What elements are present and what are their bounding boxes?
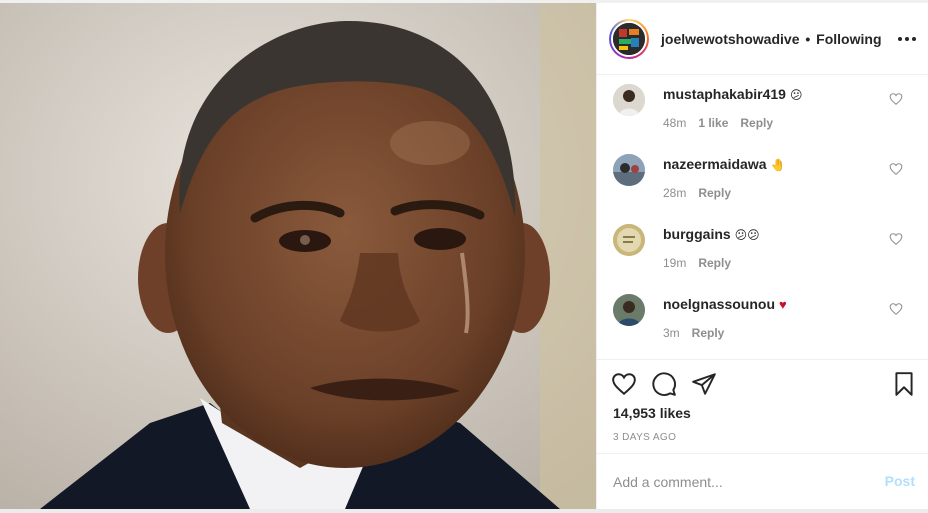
commenter-avatar[interactable] — [613, 154, 645, 186]
post-photo[interactable] — [0, 3, 596, 509]
commenter-avatar-image — [613, 84, 645, 116]
comment-time[interactable]: 3m — [663, 326, 680, 340]
bookmark-icon[interactable] — [891, 371, 917, 397]
comment-item: burggains 😕😕 19m Reply — [597, 216, 928, 286]
comment-time[interactable]: 19m — [663, 256, 686, 270]
paper-plane-icon[interactable] — [691, 371, 717, 397]
comment-item: mustaphakabir419 😕 48m 1 like Reply — [597, 76, 928, 146]
comment-text: noelgnassounou ♥ — [663, 296, 787, 312]
post-comment-button[interactable]: Post — [885, 473, 915, 489]
heart-icon[interactable] — [889, 162, 903, 176]
heart-icon[interactable] — [611, 371, 637, 397]
author-username[interactable]: joelwewotshowadive — [661, 31, 799, 47]
commenter-avatar[interactable] — [613, 84, 645, 116]
commenter-username[interactable]: noelgnassounou — [663, 296, 775, 312]
reply-button[interactable]: Reply — [698, 256, 731, 270]
commenter-username[interactable]: mustaphakabir419 — [663, 86, 786, 102]
comment-time[interactable]: 48m — [663, 116, 686, 130]
comment-item: noelgnassounou ♥ 3m Reply — [597, 286, 928, 356]
post-header: joelwewotshowadive • Following — [597, 3, 928, 75]
heart-icon[interactable] — [889, 92, 903, 106]
commenter-avatar-image — [613, 154, 645, 186]
likes-count[interactable]: 14,953 likes — [613, 405, 691, 421]
comment-meta: 19m Reply — [663, 256, 743, 270]
comment-item: nazeermaidawa 🤚 28m Reply — [597, 146, 928, 216]
comment-meta: 48m 1 like Reply — [663, 116, 785, 130]
commenter-avatar[interactable] — [613, 224, 645, 256]
comment-meta: 28m Reply — [663, 186, 743, 200]
commenter-avatar[interactable] — [613, 294, 645, 326]
comment-emoji: 😕 — [789, 88, 803, 102]
author-avatar[interactable] — [609, 19, 649, 59]
reply-button[interactable]: Reply — [740, 116, 773, 130]
heart-icon[interactable] — [889, 232, 903, 246]
add-comment-section: Post — [597, 453, 928, 510]
reply-button[interactable]: Reply — [692, 326, 725, 340]
comment-likes[interactable]: 1 like — [698, 116, 728, 130]
author-avatar-image — [613, 23, 645, 55]
comment-input[interactable] — [613, 472, 863, 492]
comment-text: mustaphakabir419 😕 — [663, 86, 802, 102]
comment-emoji: 🤚 — [770, 158, 786, 172]
more-options-icon[interactable] — [897, 29, 917, 49]
instagram-post-frame: joelwewotshowadive • Following mustaphak… — [0, 0, 928, 513]
commenter-username[interactable]: burggains — [663, 226, 731, 242]
bottom-divider — [0, 509, 928, 513]
comment-text: burggains 😕😕 — [663, 226, 760, 242]
comment-emoji: 😕😕 — [734, 228, 760, 242]
comment-time[interactable]: 28m — [663, 186, 686, 200]
commenter-username[interactable]: nazeermaidawa — [663, 156, 767, 172]
post-actions: 14,953 likes 3 DAYS AGO Post — [597, 359, 928, 509]
following-button[interactable]: Following — [816, 31, 881, 47]
post-photo-image — [0, 3, 596, 509]
heart-icon[interactable] — [889, 302, 903, 316]
header-separator: • — [805, 31, 811, 47]
commenter-avatar-image — [613, 294, 645, 326]
post-header-text: joelwewotshowadive • Following — [661, 31, 882, 47]
post-side-panel: joelwewotshowadive • Following mustaphak… — [596, 3, 928, 509]
commenter-avatar-image — [613, 224, 645, 256]
comment-text: nazeermaidawa 🤚 — [663, 156, 785, 172]
post-date[interactable]: 3 DAYS AGO — [613, 432, 676, 443]
reply-button[interactable]: Reply — [698, 186, 731, 200]
comment-meta: 3m Reply — [663, 326, 736, 340]
comments-list[interactable]: mustaphakabir419 😕 48m 1 like Reply naze… — [597, 76, 928, 358]
comment-emoji: ♥ — [779, 297, 787, 312]
comment-bubble-icon[interactable] — [651, 371, 677, 397]
